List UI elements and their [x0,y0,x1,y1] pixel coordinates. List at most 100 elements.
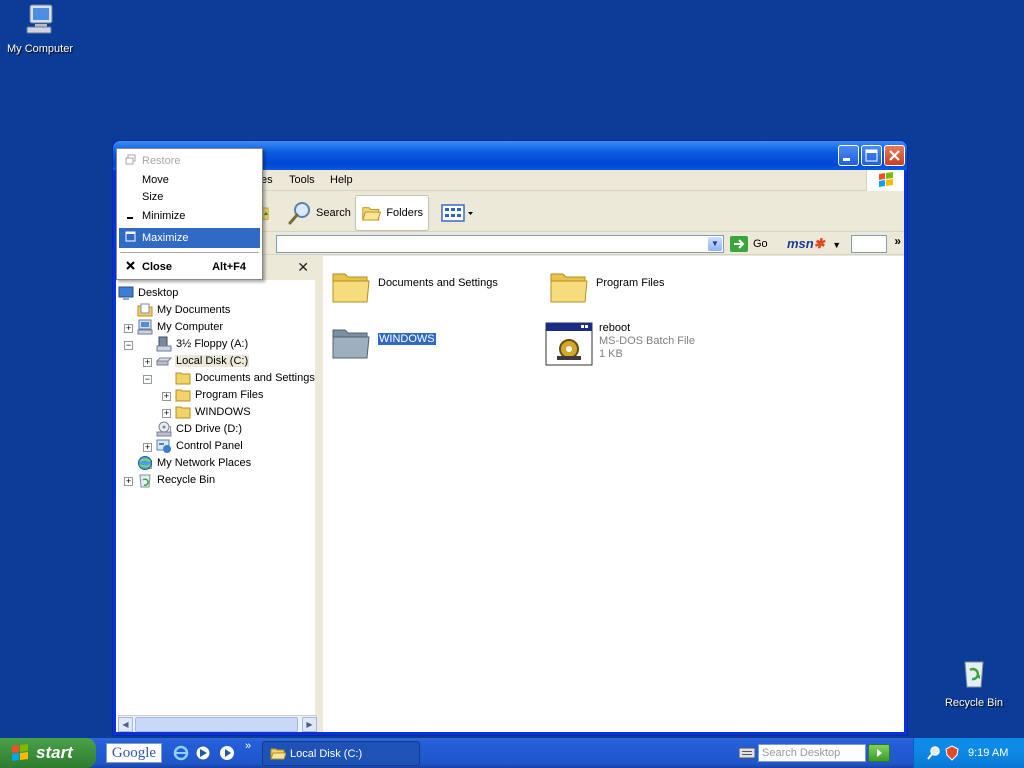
menu-item-restore[interactable]: Restore [119,151,260,171]
address-input[interactable]: ▼ [276,235,724,253]
tree-item-recycle-bin[interactable]: Recycle Bin [137,471,216,488]
internet-explorer-icon[interactable] [173,745,189,761]
quicklaunch-chevron[interactable]: » [245,740,251,752]
clock[interactable]: 9:19 AM [968,747,1008,759]
search-button-label: Search [316,207,351,219]
tree-item-documents-and-settings[interactable]: Documents and Settings [175,369,316,386]
expand-icon[interactable]: + [143,443,152,452]
file-item-windows[interactable]: WINDOWS [331,322,437,362]
taskbar-item-local-disk[interactable]: Local Disk (C:) [262,741,420,766]
menu-item-label: Minimize [142,210,186,222]
file-list: Documents and Settings Program Files WIN… [323,256,904,732]
views-button[interactable] [436,195,480,231]
menu-help[interactable]: Help [330,174,353,186]
go-button[interactable]: Go [730,235,768,253]
collapse-icon[interactable]: − [143,375,152,384]
menu-item-maximize[interactable]: Maximize [119,228,260,248]
search-button[interactable]: Search [282,195,356,231]
msn-butterfly-icon: ✱ [813,236,825,251]
restore-icon [123,154,137,168]
folder-icon [332,329,370,359]
start-button[interactable]: start [0,738,96,768]
msn-search-input[interactable] [851,235,887,253]
file-name[interactable]: WINDOWS [377,332,437,346]
google-toolbar-button[interactable]: Google [106,743,162,763]
menu-tools[interactable]: Tools [289,174,315,186]
tree-label: My Computer [157,320,224,333]
tree-item-my-computer[interactable]: My Computer [137,318,224,335]
file-type: MS-DOS Batch File [599,335,695,347]
my-computer-icon [137,319,153,334]
expand-icon[interactable]: + [162,392,171,401]
tree-item-windows[interactable]: WINDOWS [175,403,252,420]
tree-item-desktop[interactable]: Desktop [118,284,179,301]
search-desktop-go-button[interactable] [868,744,890,762]
menu-item-minimize[interactable]: Minimize [119,206,260,226]
minimize-button[interactable] [838,145,859,166]
expand-icon[interactable]: + [143,358,152,367]
desktop-icon-recycle-bin[interactable]: Recycle Bin [934,656,1014,709]
maximize-button[interactable] [861,145,882,166]
tree-label: My Network Places [157,456,252,469]
keyboard-icon[interactable] [739,747,755,759]
windows-flag-icon [12,744,28,761]
close-button[interactable] [884,145,905,166]
file-name: Program Files [596,277,665,289]
file-item-documents-and-settings[interactable]: Documents and Settings [331,266,498,306]
toolbar-chevron[interactable]: » [894,234,901,248]
expand-icon[interactable]: + [162,409,171,418]
menu-item-label: Maximize [142,232,189,244]
expand-icon[interactable]: + [124,324,133,333]
collapse-icon[interactable]: − [124,341,133,350]
tree-item-my-documents[interactable]: My Documents [137,301,231,318]
maximize-icon [862,146,881,165]
scroll-left-button[interactable]: ◀ [118,717,133,732]
folders-pane-close-button[interactable]: ✕ [297,259,309,276]
tree-label: Documents and Settings [195,371,315,384]
tree-item-my-network-places[interactable]: My Network Places [137,454,252,471]
file-name: Documents and Settings [378,277,498,289]
expand-icon[interactable]: + [124,477,133,486]
recycle-bin-icon [139,474,151,487]
floppy-icon [156,336,172,351]
tree-item-local-disk[interactable]: Local Disk (C:) [156,352,250,369]
security-shield-icon[interactable] [944,745,960,761]
tree-label: Control Panel [176,439,243,452]
menu-item-size[interactable]: Size [119,187,260,207]
tree-item-cd-drive[interactable]: CD Drive (D:) [156,420,243,437]
tree-item-floppy[interactable]: 3½ Floppy (A:) [156,335,249,352]
address-dropdown-button[interactable]: ▼ [708,237,722,251]
search-tray-icon[interactable] [926,745,942,761]
media-player-icon[interactable] [219,745,235,761]
tree-label: 3½ Floppy (A:) [176,337,249,350]
desktop-icon-my-computer[interactable]: My Computer [0,2,80,55]
folders-pane: ✕ Desktop + My Documents − My Computer +… [116,256,319,732]
scroll-right-button[interactable]: ▶ [302,717,317,732]
tree-item-program-files[interactable]: Program Files [175,386,264,403]
tree-label: WINDOWS [195,405,251,418]
go-button-label: Go [753,238,768,250]
menu-separator [120,252,259,254]
media-icon[interactable] [195,745,211,761]
msn-dropdown-icon[interactable]: ▼ [832,240,841,250]
tree-label: CD Drive (D:) [176,422,242,435]
folders-icon [362,207,382,221]
folder-icon [175,389,191,401]
windows-flag-logo [866,170,904,191]
tree-label: Recycle Bin [157,473,216,486]
scroll-thumb[interactable] [135,717,298,732]
folders-button[interactable]: Folders [355,195,429,231]
search-desktop-input[interactable]: Search Desktop [758,744,866,762]
hard-disk-icon [156,357,172,365]
tree-item-control-panel[interactable]: Control Panel [156,437,244,454]
menu-item-close[interactable]: Close Alt+F4 [119,257,260,277]
minimize-icon [839,146,858,165]
window-system-menu: Restore Move Size Minimize Maximize Clos… [116,148,263,280]
horizontal-scrollbar[interactable]: ◀ ▶ [118,715,317,732]
msn-search-button[interactable]: msn✱ ▼ [787,236,841,252]
file-item-reboot[interactable]: reboot MS-DOS Batch File 1 KB [545,322,695,366]
file-item-program-files[interactable]: Program Files [549,266,664,306]
play-arrow-icon [877,749,882,757]
minimize-icon [123,209,137,223]
search-icon [288,202,310,225]
